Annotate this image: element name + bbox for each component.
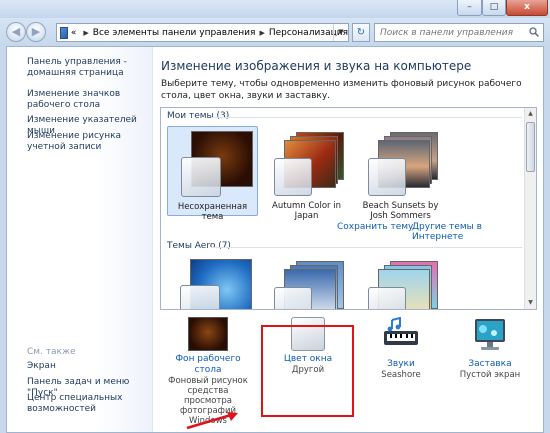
window-frame: – □ x ◀ ▶ « ▶ Все элементы панели управл… [0,0,550,433]
group-divider [211,247,522,248]
theme-list-scrollbar[interactable]: ▲ ▼ [524,108,536,309]
sidebar-link-account-picture[interactable]: Изменение рисунка учетной записи [27,131,149,153]
scroll-up-icon[interactable]: ▲ [525,108,536,120]
back-button[interactable]: ◀ [6,22,26,42]
navigation-bar: ◀ ▶ « ▶ Все элементы панели управления ▶… [0,18,550,46]
setting-value: Пустой экран [459,370,521,380]
theme-aero-architecture[interactable] [261,255,352,309]
page-description: Выберите тему, чтобы одновременно измени… [161,79,522,101]
group-my-themes: Мои темы (3) [167,111,230,121]
setting-title[interactable]: Звуки [359,359,443,370]
theme-aero-characters[interactable] [355,255,446,309]
theme-unsaved[interactable]: Несохраненная тема [167,126,258,222]
screensaver-icon [475,319,505,350]
search-input[interactable] [375,24,523,41]
title-bar: – □ x [0,0,550,18]
forward-button[interactable]: ▶ [26,22,46,42]
annotation-arrow-icon [186,412,238,430]
desktop-background-icon [188,317,228,351]
window-color-highlight [261,325,354,417]
theme-aero-windows-7[interactable] [167,255,258,309]
search-icon[interactable] [529,27,539,37]
refresh-button[interactable]: ↻ [352,23,370,42]
theme-label: Autumn Color in Japan [272,201,341,221]
sidebar-link-control-panel-home[interactable]: Панель управления - домашняя страница [27,57,149,79]
theme-label: Несохраненная тема [177,202,248,222]
client-area: Панель управления - домашняя страница Из… [6,46,544,433]
more-themes-online-link[interactable]: Другие темы в Интернете [412,222,536,242]
search-box [374,23,544,42]
scroll-down-icon[interactable]: ▼ [525,297,536,309]
sidebar-link-display[interactable]: Экран [27,361,149,372]
breadcrumb-all-items[interactable]: Все элементы панели управления [93,28,256,38]
theme-list: Мои темы (3) Несохраненная тема Autumn C… [160,107,537,310]
see-also-heading: См. также [27,347,76,357]
group-aero-themes: Темы Aero (7) [167,241,231,251]
setting-sounds[interactable]: Звуки Seashore [359,316,443,380]
close-button[interactable]: x [506,0,548,16]
minimize-button[interactable]: – [457,0,482,16]
sidebar-link-desktop-icons[interactable]: Изменение значков рабочего стола [27,89,149,111]
setting-title[interactable]: Заставка [448,359,532,370]
setting-screensaver[interactable]: Заставка Пустой экран [448,317,532,380]
scrollbar-thumb[interactable] [526,122,535,172]
control-panel-icon [60,26,68,39]
task-pane: Панель управления - домашняя страница Из… [7,47,153,432]
theme-autumn-color-in-japan[interactable]: Autumn Color in Japan [261,126,352,221]
maximize-button[interactable]: □ [482,0,506,16]
breadcrumb-separator-icon[interactable]: ▶ [83,29,88,37]
theme-label: Beach Sunsets by Josh Sommers [362,201,439,221]
sidebar-link-ease-of-access[interactable]: Центр специальных возможностей [27,393,149,415]
group-divider [211,117,522,118]
setting-value: Seashore [381,370,421,380]
address-overflow-chevron[interactable]: « [71,28,77,38]
main-content: Изменение изображения и звука на компьют… [154,47,543,432]
save-theme-link[interactable]: Сохранить тему [337,222,413,232]
page-title: Изменение изображения и звука на компьют… [161,59,472,73]
setting-title[interactable]: Фон рабочего стола [166,354,250,376]
sounds-icon [384,316,418,345]
theme-beach-sunsets[interactable]: Beach Sunsets by Josh Sommers [355,126,446,221]
address-dropdown-icon[interactable]: ▼ [333,24,348,41]
breadcrumb-separator-icon[interactable]: ▶ [259,29,264,37]
address-bar[interactable]: « ▶ Все элементы панели управления ▶ Пер… [56,23,349,42]
